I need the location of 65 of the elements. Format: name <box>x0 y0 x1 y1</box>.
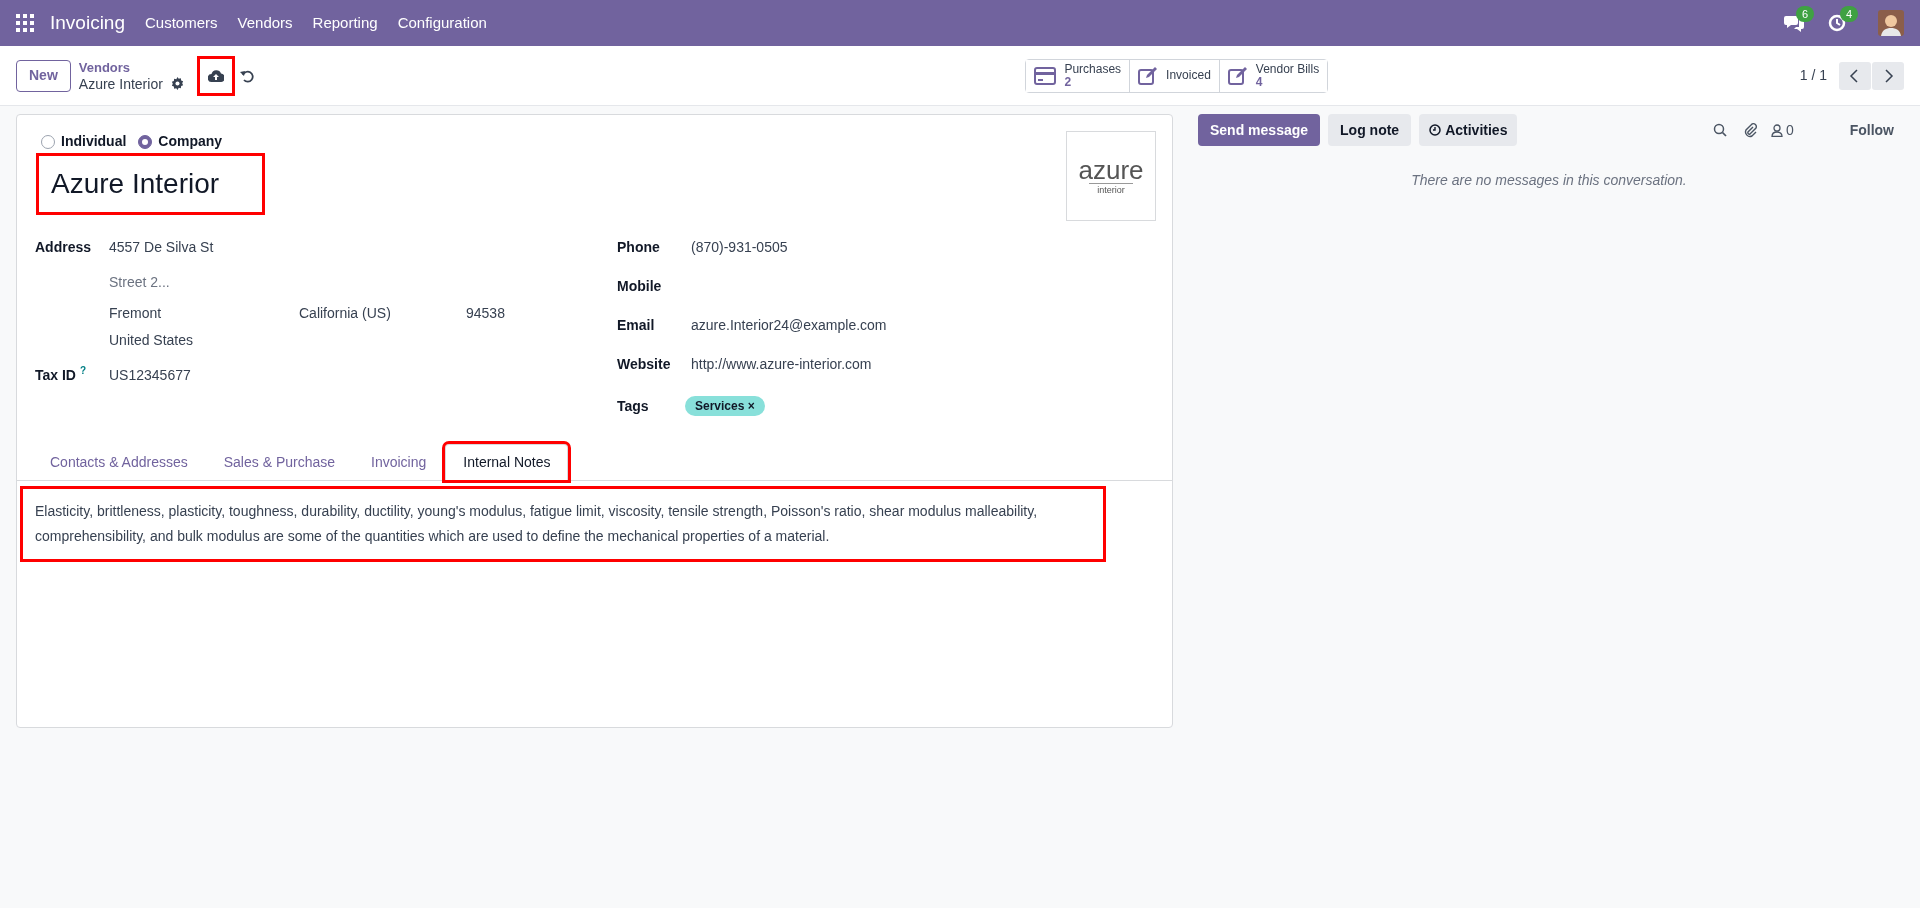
field-value: US12345677 <box>109 366 191 385</box>
breadcrumb-current: Azure Interior <box>78 75 163 92</box>
tab[interactable]: Invoicing <box>354 444 444 480</box>
field-label: Tax ID <box>35 366 76 385</box>
activities-button[interactable]: Activities <box>1419 114 1518 146</box>
gear-icon[interactable] <box>170 77 184 90</box>
tag-badge[interactable]: Services × <box>685 396 765 416</box>
pencil-square-icon <box>1227 66 1248 85</box>
radio-label: Individual <box>61 132 127 151</box>
field-value: United States <box>109 331 195 350</box>
notes-field[interactable]: Elasticity, brittleness, plasticity, toughness, durability, ductility, young's modulus, fatigue limit, viscosity, tensile strength, Poisson's ratio, shear modulus malleability, comprehensibility, and bulk modulus are some of the quantities which are used to define the mechanical properties of a material. <box>23 489 1103 559</box>
cloud-upload-icon <box>207 69 224 82</box>
help-icon[interactable]: ? <box>80 365 87 377</box>
search-icon[interactable] <box>1712 123 1727 137</box>
clock-icon <box>1429 124 1442 136</box>
followers-button[interactable]: 0 <box>1770 119 1794 141</box>
pager-value: 1 / 1 <box>1799 66 1827 85</box>
clock-icon[interactable] <box>1828 14 1846 32</box>
tab[interactable]: Contacts & Addresses <box>33 444 205 480</box>
field-label: Email <box>617 316 656 335</box>
menu-item[interactable]: Configuration <box>397 11 487 35</box>
user-avatar-icon[interactable] <box>1878 10 1904 36</box>
send-message-button[interactable]: Send message <box>1198 114 1321 146</box>
breadcrumb-link[interactable]: Vendors <box>78 59 184 76</box>
apps-menu-icon[interactable] <box>16 14 34 32</box>
field-value: (870)-931-0505 <box>691 238 788 257</box>
undo-icon[interactable] <box>239 68 254 83</box>
count-badge: 4 <box>1840 6 1859 22</box>
field-label: Mobile <box>617 277 663 296</box>
radio-button[interactable] <box>41 134 55 149</box>
field-value: 4557 De Silva St <box>109 238 215 257</box>
next-button[interactable] <box>1872 61 1904 90</box>
street-field[interactable]: Street 2... <box>109 266 409 297</box>
credit-card-icon <box>1034 66 1057 85</box>
field-value: 94538 <box>466 304 505 323</box>
log-note-button[interactable]: Log note <box>1328 114 1412 146</box>
person-icon <box>1770 123 1783 137</box>
empty-message: There are no messages in this conversation. <box>1410 171 1688 190</box>
field-value: Fremont <box>109 304 163 323</box>
follow-button[interactable]: Follow <box>1849 119 1894 141</box>
previous-button[interactable] <box>1839 61 1871 90</box>
name-field[interactable]: Azure Interior <box>39 156 262 212</box>
menu-item[interactable]: Customers <box>145 11 218 35</box>
field-value: azure.Interior24@example.com <box>691 316 887 335</box>
tab[interactable]: Internal Notes <box>445 444 569 480</box>
count-badge: 6 <box>1796 6 1815 22</box>
menu-item[interactable]: Vendors <box>237 11 293 35</box>
save-button[interactable] <box>199 58 232 93</box>
radio-label: Company <box>158 132 223 151</box>
tab[interactable]: Sales & Purchase <box>206 444 353 480</box>
menu-item[interactable]: Reporting <box>312 11 378 35</box>
paperclip-icon[interactable] <box>1742 122 1757 138</box>
radio-button[interactable] <box>138 134 153 149</box>
field-value: http://www.azure-interior.com <box>691 355 872 374</box>
app-name[interactable]: Invoicing <box>50 8 125 38</box>
logo-image: azure interior <box>1066 131 1156 221</box>
field-label: Tags <box>617 396 650 416</box>
field-value: California (US) <box>299 304 392 323</box>
pencil-square-icon <box>1138 66 1159 85</box>
chat-icon[interactable] <box>1784 14 1804 32</box>
new-button[interactable]: New <box>16 59 71 92</box>
field-label: Address <box>35 238 93 257</box>
stat-button[interactable]: Vendor Bills 4 <box>1218 59 1328 92</box>
field-label: Phone <box>617 238 661 257</box>
field-label: Website <box>617 355 672 374</box>
